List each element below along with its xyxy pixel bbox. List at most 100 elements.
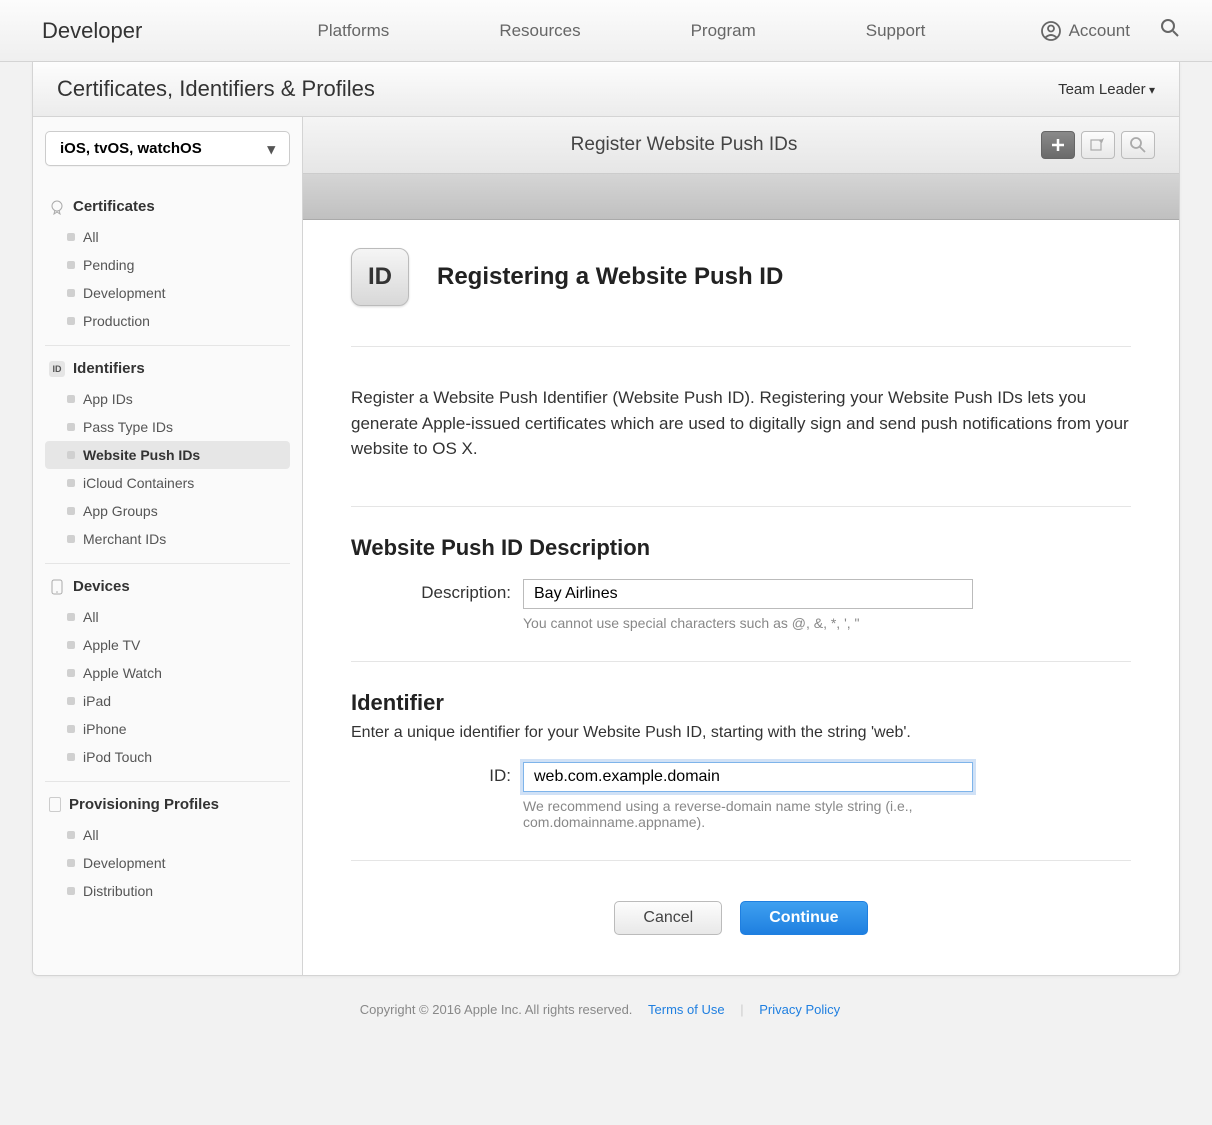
bullet-icon: [67, 395, 75, 403]
sidebar-header-provisioning[interactable]: Provisioning Profiles: [45, 792, 290, 821]
bullet-icon: [67, 317, 75, 325]
bullet-icon: [67, 479, 75, 487]
id-badge-icon: ID: [49, 361, 65, 377]
sidebar-header-devices[interactable]: Devices: [45, 574, 290, 603]
edit-icon: [1090, 138, 1106, 152]
edit-button[interactable]: [1081, 131, 1115, 159]
search-button[interactable]: [1121, 131, 1155, 159]
id-subtext: Enter a unique identifier for your Websi…: [351, 724, 1131, 742]
button-row: Cancel Continue: [351, 861, 1131, 935]
sidebar-group-devices: Devices All Apple TV Apple Watch iPad iP…: [45, 564, 290, 782]
body-area: iOS, tvOS, watchOS Certificates All Pend…: [33, 117, 1179, 975]
id-hint: We recommend using a reverse-domain name…: [523, 798, 973, 830]
nav-items: Platforms Resources Program Support: [202, 21, 1040, 41]
bullet-icon: [67, 535, 75, 543]
section-title: Certificates, Identifiers & Profiles: [57, 76, 375, 102]
nav-program[interactable]: Program: [691, 21, 756, 41]
device-icon: [49, 579, 65, 595]
bullet-icon: [67, 887, 75, 895]
cancel-button[interactable]: Cancel: [614, 901, 722, 935]
sidebar-item-prov-development[interactable]: Development: [45, 849, 290, 877]
bullet-icon: [67, 859, 75, 867]
sidebar-item-dev-applewatch[interactable]: Apple Watch: [45, 659, 290, 687]
add-button[interactable]: [1041, 131, 1075, 159]
bullet-icon: [67, 423, 75, 431]
account-label: Account: [1069, 21, 1130, 41]
identifier-input[interactable]: [523, 762, 973, 792]
intro-text: Register a Website Push Identifier (Webs…: [351, 347, 1131, 507]
sidebar-group-identifiers: ID Identifiers App IDs Pass Type IDs Web…: [45, 346, 290, 564]
sidebar-item-dev-ipodtouch[interactable]: iPod Touch: [45, 743, 290, 771]
bullet-icon: [67, 725, 75, 733]
top-nav: Developer Platforms Resources Program Su…: [0, 0, 1212, 62]
bullet-icon: [67, 831, 75, 839]
description-input[interactable]: [523, 579, 973, 609]
certificate-icon: [49, 199, 65, 215]
bullet-icon: [67, 669, 75, 677]
content-header-title: Register Website Push IDs: [327, 134, 1041, 156]
bullet-icon: [67, 753, 75, 761]
sidebar-item-cert-pending[interactable]: Pending: [45, 251, 290, 279]
sidebar-item-merchant-ids[interactable]: Merchant IDs: [45, 525, 290, 553]
section-header: Certificates, Identifiers & Profiles Tea…: [33, 62, 1179, 117]
bullet-icon: [67, 289, 75, 297]
privacy-link[interactable]: Privacy Policy: [759, 1002, 840, 1017]
content-header: Register Website Push IDs: [303, 117, 1179, 174]
platform-select[interactable]: iOS, tvOS, watchOS: [45, 131, 290, 166]
desc-hint: You cannot use special characters such a…: [523, 615, 973, 631]
bullet-icon: [67, 613, 75, 621]
id-icon: ID: [351, 248, 409, 306]
divider: |: [740, 1002, 743, 1017]
bullet-icon: [67, 507, 75, 515]
form-area: ID Registering a Website Push ID Registe…: [303, 220, 1179, 975]
sidebar-item-prov-all[interactable]: All: [45, 821, 290, 849]
sidebar-group-certificates: Certificates All Pending Development Pro…: [45, 184, 290, 346]
form-heading: ID Registering a Website Push ID: [351, 248, 1131, 347]
document-icon: [49, 797, 61, 812]
page-heading: Registering a Website Push ID: [437, 263, 783, 291]
sidebar-item-app-ids[interactable]: App IDs: [45, 385, 290, 413]
gray-band: [303, 174, 1179, 220]
id-section-title: Identifier: [351, 690, 1131, 716]
footer: Copyright © 2016 Apple Inc. All rights r…: [0, 976, 1212, 1057]
sidebar-item-cert-development[interactable]: Development: [45, 279, 290, 307]
header-buttons: [1041, 131, 1155, 159]
desc-section-title: Website Push ID Description: [351, 535, 1131, 561]
identifier-section: Identifier Enter a unique identifier for…: [351, 662, 1131, 861]
sidebar-item-dev-all[interactable]: All: [45, 603, 290, 631]
bullet-icon: [67, 451, 75, 459]
sidebar-header-identifiers[interactable]: ID Identifiers: [45, 356, 290, 385]
content: Register Website Push IDs ID: [303, 117, 1179, 975]
sidebar-item-cert-production[interactable]: Production: [45, 307, 290, 335]
bullet-icon: [67, 233, 75, 241]
sidebar-group-provisioning: Provisioning Profiles All Development Di…: [45, 782, 290, 915]
bullet-icon: [67, 261, 75, 269]
team-dropdown[interactable]: Team Leader: [1058, 81, 1155, 98]
sidebar-item-website-push-ids[interactable]: Website Push IDs: [45, 441, 290, 469]
sidebar-item-prov-distribution[interactable]: Distribution: [45, 877, 290, 905]
account-icon: [1041, 21, 1061, 41]
plus-icon: [1051, 138, 1065, 152]
search-icon[interactable]: [1160, 18, 1180, 44]
terms-link[interactable]: Terms of Use: [648, 1002, 725, 1017]
main-container: Certificates, Identifiers & Profiles Tea…: [32, 62, 1180, 976]
sidebar-item-dev-iphone[interactable]: iPhone: [45, 715, 290, 743]
brand-label[interactable]: Developer: [42, 18, 142, 44]
sidebar-item-cert-all[interactable]: All: [45, 223, 290, 251]
magnify-icon: [1130, 137, 1146, 153]
sidebar-item-pass-type-ids[interactable]: Pass Type IDs: [45, 413, 290, 441]
nav-platforms[interactable]: Platforms: [318, 21, 390, 41]
sidebar-header-certificates[interactable]: Certificates: [45, 194, 290, 223]
sidebar-item-dev-ipad[interactable]: iPad: [45, 687, 290, 715]
nav-support[interactable]: Support: [866, 21, 926, 41]
account-link[interactable]: Account: [1041, 21, 1130, 41]
description-section: Website Push ID Description Description:…: [351, 507, 1131, 662]
sidebar: iOS, tvOS, watchOS Certificates All Pend…: [33, 117, 303, 975]
bullet-icon: [67, 641, 75, 649]
sidebar-item-dev-appletv[interactable]: Apple TV: [45, 631, 290, 659]
sidebar-item-icloud-containers[interactable]: iCloud Containers: [45, 469, 290, 497]
continue-button[interactable]: Continue: [740, 901, 867, 935]
nav-resources[interactable]: Resources: [499, 21, 580, 41]
copyright: Copyright © 2016 Apple Inc. All rights r…: [360, 1002, 633, 1017]
sidebar-item-app-groups[interactable]: App Groups: [45, 497, 290, 525]
